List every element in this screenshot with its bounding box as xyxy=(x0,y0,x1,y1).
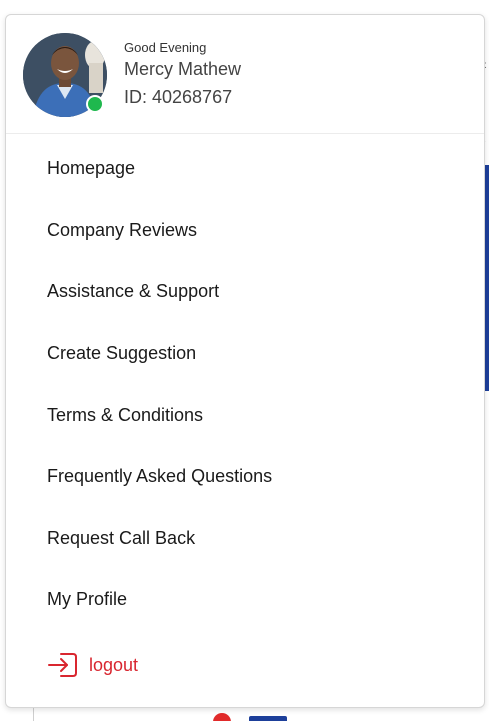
user-id: ID: 40268767 xyxy=(124,87,233,107)
profile-header: Good Evening Mercy Mathew ID: 40268767 xyxy=(6,15,484,134)
menu-item-faq[interactable]: Frequently Asked Questions xyxy=(47,466,272,487)
logout-label: logout xyxy=(89,654,139,675)
online-status-indicator xyxy=(86,95,104,113)
menu-item-company-reviews[interactable]: Company Reviews xyxy=(47,220,197,241)
menu-item-terms-conditions[interactable]: Terms & Conditions xyxy=(47,405,203,426)
menu-item-assistance-support[interactable]: Assistance & Support xyxy=(47,281,219,302)
menu-item-my-profile[interactable]: My Profile xyxy=(47,589,127,610)
user-name: Mercy Mathew xyxy=(124,59,242,79)
profile-dropdown-menu: Good Evening Mercy Mathew ID: 40268767 H… xyxy=(5,14,485,708)
background-divider xyxy=(33,708,34,721)
menu-item-homepage[interactable]: Homepage xyxy=(47,158,135,179)
background-blue-tab xyxy=(249,716,287,721)
background-notification-badge xyxy=(213,713,231,721)
menu-item-create-suggestion[interactable]: Create Suggestion xyxy=(47,343,196,364)
logout-button[interactable]: logout xyxy=(47,651,138,679)
menu-item-request-call-back[interactable]: Request Call Back xyxy=(47,528,195,549)
background-banner-edge xyxy=(485,165,489,391)
page: ‹ ⁄ Good Evening Mercy Mathew ID: xyxy=(0,0,489,721)
logout-icon xyxy=(47,651,79,679)
greeting-text: Good Evening xyxy=(124,40,207,55)
